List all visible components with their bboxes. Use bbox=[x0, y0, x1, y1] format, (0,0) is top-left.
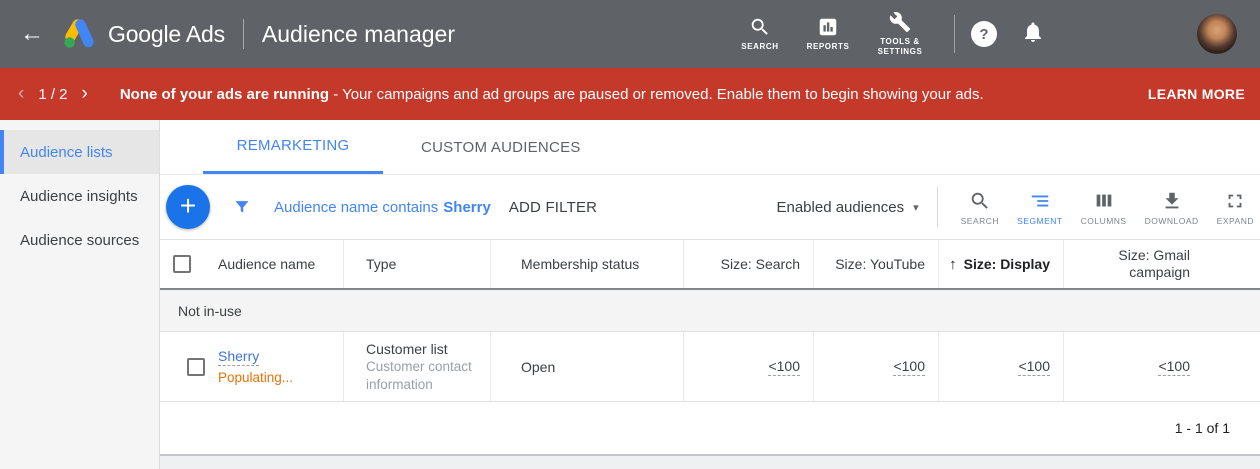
topbar-divider bbox=[243, 19, 244, 49]
download-icon bbox=[1161, 190, 1183, 212]
learn-more-link[interactable]: LEARN MORE bbox=[1148, 86, 1245, 102]
search-icon bbox=[969, 190, 991, 212]
user-avatar[interactable] bbox=[1197, 14, 1237, 54]
table-pagination: 1 - 1 of 1 bbox=[160, 402, 1260, 454]
dropdown-caret-icon: ▾ bbox=[913, 201, 919, 214]
size-youtube-cell: <100 bbox=[813, 332, 938, 401]
columns-button[interactable]: COLUMNS bbox=[1072, 189, 1136, 226]
size-display-cell: <100 bbox=[938, 332, 1063, 401]
sidebar-item-audience-lists[interactable]: Audience lists bbox=[0, 130, 159, 174]
table-toolbar: + Audience name contains Sherry ADD FILTE… bbox=[160, 175, 1260, 240]
banner-message: None of your ads are running - Your camp… bbox=[120, 86, 984, 103]
size-display-value: <100 bbox=[1018, 358, 1050, 376]
tab-bar: REMARKETING CUSTOM AUDIENCES bbox=[160, 120, 1260, 175]
expand-label: EXPAND bbox=[1217, 216, 1254, 226]
table-header: Audience name Type Membership status Siz… bbox=[160, 240, 1260, 290]
column-header-type[interactable]: Type bbox=[343, 240, 490, 288]
expand-icon bbox=[1224, 190, 1246, 212]
size-search-cell: <100 bbox=[683, 332, 813, 401]
banner-previous-icon[interactable]: ‹ bbox=[12, 83, 30, 105]
reports-icon bbox=[817, 16, 839, 38]
columns-icon bbox=[1093, 190, 1115, 212]
size-gmail-cell: <100 bbox=[1063, 332, 1260, 401]
segment-label: SEGMENT bbox=[1017, 216, 1063, 226]
table-search-label: SEARCH bbox=[961, 216, 999, 226]
toolbar-divider bbox=[937, 186, 938, 228]
sort-ascending-icon: ↑ bbox=[949, 256, 957, 273]
alert-banner: ‹ 1 / 2 › None of your ads are running -… bbox=[0, 68, 1260, 120]
column-header-size-search[interactable]: Size: Search bbox=[683, 240, 813, 288]
select-all-checkbox[interactable] bbox=[173, 255, 191, 273]
download-button[interactable]: DOWNLOAD bbox=[1136, 189, 1208, 226]
column-header-size-gmail[interactable]: Size: Gmail campaign bbox=[1063, 240, 1260, 288]
column-header-size-gmail-label: Size: Gmail campaign bbox=[1064, 247, 1190, 281]
column-header-size-display[interactable]: ↑ Size: Display bbox=[938, 240, 1063, 288]
tab-remarketing[interactable]: REMARKETING bbox=[203, 120, 383, 174]
main-panel: REMARKETING CUSTOM AUDIENCES + Audience … bbox=[160, 120, 1260, 469]
type-value: Customer list bbox=[366, 340, 448, 358]
column-header-size-youtube[interactable]: Size: YouTube bbox=[813, 240, 938, 288]
size-gmail-value: <100 bbox=[1158, 358, 1190, 376]
filter-icon[interactable] bbox=[232, 197, 252, 217]
topbar-divider bbox=[954, 15, 955, 53]
banner-message-body: - Your campaigns and ad groups are pause… bbox=[329, 86, 984, 103]
column-header-membership-status[interactable]: Membership status bbox=[490, 240, 683, 288]
notifications-bell-icon[interactable] bbox=[1021, 20, 1045, 49]
add-filter-button[interactable]: ADD FILTER bbox=[509, 199, 597, 216]
size-search-value: <100 bbox=[768, 358, 800, 376]
sidebar-item-audience-insights[interactable]: Audience insights bbox=[0, 174, 159, 218]
wrench-icon bbox=[889, 11, 911, 33]
download-label: DOWNLOAD bbox=[1145, 216, 1199, 226]
audience-name-link[interactable]: Sherry bbox=[218, 348, 259, 366]
topbar-reports-label: REPORTS bbox=[807, 42, 850, 52]
segment-button[interactable]: SEGMENT bbox=[1008, 189, 1072, 226]
banner-next-icon[interactable]: › bbox=[76, 83, 94, 105]
topbar-tools-settings-label: TOOLS & SETTINGS bbox=[865, 37, 935, 57]
row-checkbox[interactable] bbox=[187, 358, 205, 376]
left-sidebar: Audience lists Audience insights Audienc… bbox=[0, 120, 160, 469]
topbar-tools-settings-button[interactable]: TOOLS & SETTINGS bbox=[865, 11, 935, 57]
help-icon[interactable]: ? bbox=[971, 21, 997, 47]
google-ads-logo[interactable]: Google Ads bbox=[60, 17, 225, 51]
table-search-button[interactable]: SEARCH bbox=[952, 189, 1008, 226]
topbar-reports-button[interactable]: REPORTS bbox=[797, 16, 859, 52]
google-ads-logo-icon bbox=[60, 17, 98, 51]
filter-value: Sherry bbox=[443, 199, 491, 216]
columns-label: COLUMNS bbox=[1081, 216, 1127, 226]
column-header-audience-name[interactable]: Audience name bbox=[218, 240, 343, 288]
search-icon bbox=[749, 16, 771, 38]
topbar-search-button[interactable]: SEARCH bbox=[729, 16, 791, 52]
brand-name: Google Ads bbox=[108, 21, 225, 48]
active-filter-chip[interactable]: Audience name contains Sherry bbox=[274, 199, 491, 216]
type-detail: Customer contact information bbox=[366, 358, 488, 394]
back-icon[interactable]: ← bbox=[20, 22, 44, 46]
expand-button[interactable]: EXPAND bbox=[1208, 189, 1260, 226]
column-header-size-display-label: Size: Display bbox=[964, 256, 1050, 272]
table-group-row: Not in-use bbox=[160, 290, 1260, 332]
populating-status: Populating... bbox=[218, 370, 293, 385]
audience-view-selector[interactable]: Enabled audiences ▾ bbox=[776, 199, 918, 216]
segment-icon bbox=[1029, 190, 1051, 212]
top-app-bar: ← Google Ads Audience manager SEARCH REP… bbox=[0, 0, 1260, 68]
size-youtube-value: <100 bbox=[893, 358, 925, 376]
page-background bbox=[160, 454, 1260, 469]
toolbar-right-actions: Enabled audiences ▾ SEARCH SEGMENT COLUM… bbox=[776, 186, 1260, 228]
topbar-search-label: SEARCH bbox=[741, 42, 778, 52]
page-title: Audience manager bbox=[262, 21, 455, 48]
add-audience-button[interactable]: + bbox=[166, 185, 210, 229]
sidebar-item-audience-sources[interactable]: Audience sources bbox=[0, 218, 159, 262]
filter-condition: Audience name contains bbox=[274, 199, 438, 216]
content-area: Audience lists Audience insights Audienc… bbox=[0, 120, 1260, 469]
tab-custom-audiences[interactable]: CUSTOM AUDIENCES bbox=[383, 120, 619, 174]
banner-message-title: None of your ads are running bbox=[120, 86, 329, 103]
audience-view-selector-value: Enabled audiences bbox=[776, 199, 904, 216]
topbar-actions: SEARCH REPORTS TOOLS & SETTINGS ? bbox=[726, 11, 1260, 57]
banner-pagination: 1 / 2 bbox=[38, 86, 67, 103]
type-cell: Customer list Customer contact informati… bbox=[343, 332, 490, 401]
membership-status-cell: Open bbox=[490, 332, 683, 401]
table-row: Sherry Populating... Customer list Custo… bbox=[160, 332, 1260, 402]
audience-name-cell: Sherry Populating... bbox=[218, 332, 343, 401]
